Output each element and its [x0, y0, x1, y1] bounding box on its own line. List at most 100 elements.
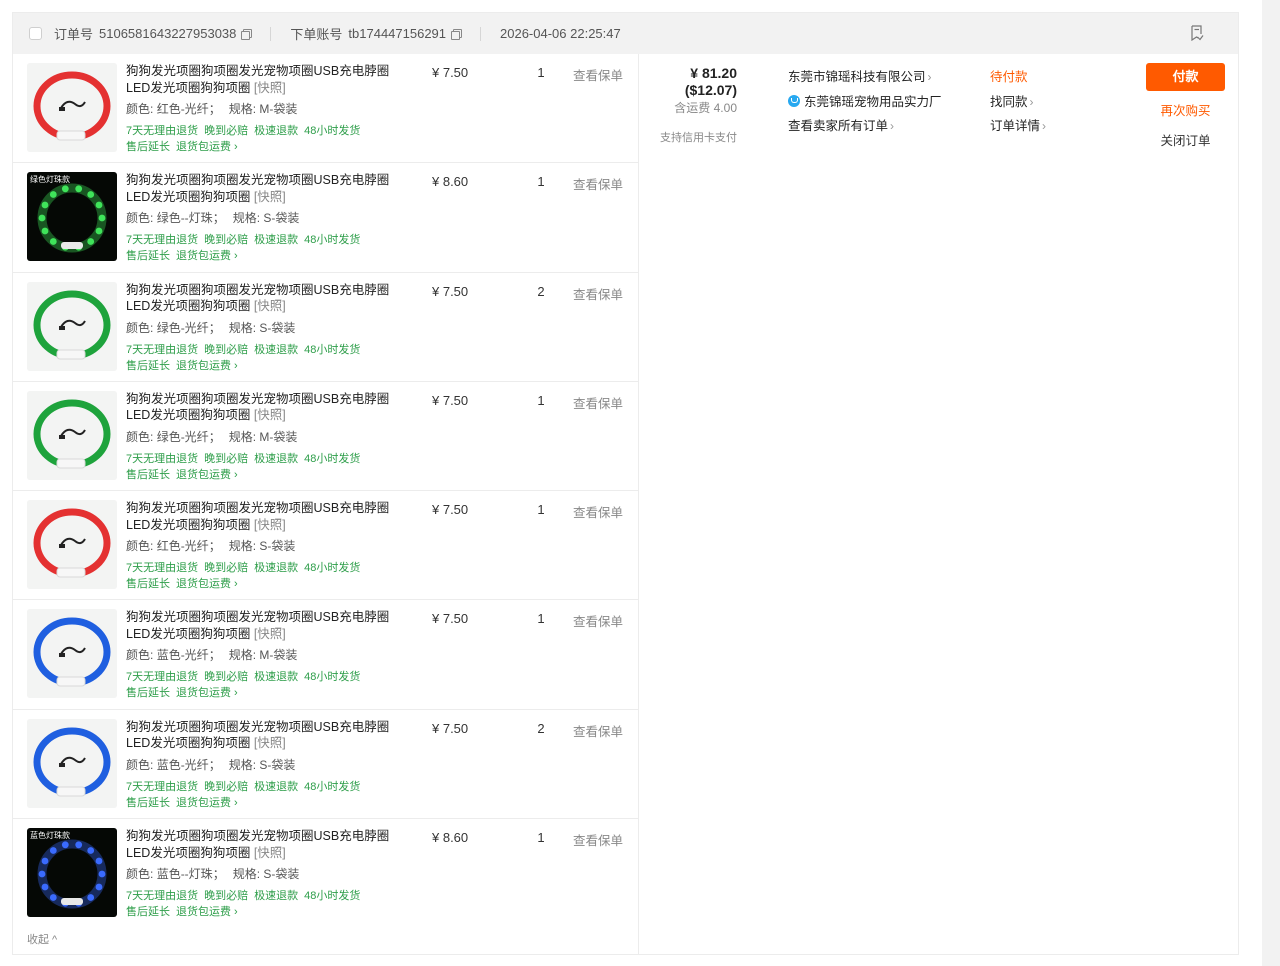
service-tag[interactable]: 退货包运费 › — [176, 578, 238, 590]
order-item-row: 狗狗发光项圈狗项圈发光宠物项圈USB充电脖圈LED发光项圈狗狗项圈 [快照] 颜… — [13, 600, 638, 710]
order-item-row: 蓝色灯珠款 狗狗发光项圈狗项圈发光宠物项圈USB充电脖圈LED发光项圈狗狗项圈 … — [13, 819, 638, 928]
view-warranty-link[interactable]: 查看保单 — [573, 830, 623, 849]
view-warranty-link[interactable]: 查看保单 — [573, 721, 623, 740]
view-warranty-link[interactable]: 查看保单 — [573, 502, 623, 521]
service-tag[interactable]: 退货包运费 › — [176, 141, 238, 153]
service-tag[interactable]: 售后延长 — [126, 141, 170, 153]
divider — [270, 26, 272, 41]
service-tag[interactable]: 售后延长 — [126, 250, 170, 262]
snapshot-link[interactable]: [快照] — [254, 81, 286, 95]
product-title-link[interactable]: 狗狗发光项圈狗项圈发光宠物项圈USB充电脖圈LED发光项圈狗狗项圈 [快照] — [126, 282, 396, 315]
view-warranty-link[interactable]: 查看保单 — [573, 284, 623, 303]
product-title-link[interactable]: 狗狗发光项圈狗项圈发光宠物项圈USB充电脖圈LED发光项圈狗狗项圈 [快照] — [126, 609, 396, 642]
product-thumbnail[interactable] — [27, 281, 117, 371]
service-tag[interactable]: 退货包运费 › — [176, 250, 238, 262]
product-title-link[interactable]: 狗狗发光项圈狗项圈发光宠物项圈USB充电脖圈LED发光项圈狗狗项圈 [快照] — [126, 63, 396, 96]
snapshot-link[interactable]: [快照] — [254, 846, 286, 860]
product-title-link[interactable]: 狗狗发光项圈狗项圈发光宠物项圈USB充电脖圈LED发光项圈狗狗项圈 [快照] — [126, 500, 396, 533]
snapshot-link[interactable]: [快照] — [254, 627, 286, 641]
service-tag: 极速退款 — [254, 125, 299, 137]
rebuy-link[interactable]: 再次购买 — [1146, 100, 1225, 119]
quantity: 1 — [537, 174, 545, 190]
view-warranty-link[interactable]: 查看保单 — [573, 393, 623, 412]
seller-company-link[interactable]: 东莞市锦瑶科技有限公司 › — [788, 65, 942, 90]
status-pending: 待付款 — [990, 70, 1028, 84]
unit-price: ¥ 7.50 — [432, 502, 469, 518]
product-thumbnail[interactable] — [27, 609, 117, 699]
order-item-row: 狗狗发光项圈狗项圈发光宠物项圈USB充电脖圈LED发光项圈狗狗项圈 [快照] 颜… — [13, 710, 638, 820]
product-thumbnail[interactable] — [27, 718, 117, 808]
service-tag[interactable]: 退货包运费 › — [176, 797, 238, 809]
service-tag[interactable]: 售后延长 — [126, 360, 170, 372]
snapshot-link[interactable]: [快照] — [254, 408, 286, 422]
product-title-link[interactable]: 狗狗发光项圈狗项圈发光宠物项圈USB充电脖圈LED发光项圈狗狗项圈 [快照] — [126, 828, 396, 861]
divider — [638, 54, 639, 955]
product-title-link[interactable]: 狗狗发光项圈狗项圈发光宠物项圈USB充电脖圈LED发光项圈狗狗项圈 [快照] — [126, 391, 396, 424]
scrollbar-track[interactable] — [1262, 0, 1280, 966]
product-title-link[interactable]: 狗狗发光项圈狗项圈发光宠物项圈USB充电脖圈LED发光项圈狗狗项圈 [快照] — [126, 719, 396, 752]
bookmark-note-icon[interactable] — [1190, 25, 1204, 41]
view-warranty-link[interactable]: 查看保单 — [573, 611, 623, 630]
service-tag: 晚到必赔 — [204, 343, 249, 356]
order-details-link[interactable]: 订单详情 › — [990, 114, 1046, 139]
close-order-link[interactable]: 关闭订单 — [1146, 130, 1225, 149]
service-tag: 7天无理由退货 — [126, 780, 199, 793]
service-tag[interactable]: 售后延长 — [126, 469, 170, 481]
order-item-row: 狗狗发光项圈狗项圈发光宠物项圈USB充电脖圈LED发光项圈狗狗项圈 [快照] 颜… — [13, 54, 638, 164]
copy-icon[interactable] — [241, 28, 253, 40]
service-tags: 7天无理由退货 晚到必赔 极速退款 48小时发货 售后延长 退货包运费 › — [126, 888, 366, 920]
order-number-value: 5106581643227953038 — [99, 26, 237, 41]
service-tag: 晚到必赔 — [204, 780, 249, 793]
view-warranty-link[interactable]: 查看保单 — [573, 174, 623, 193]
service-tag: 极速退款 — [254, 343, 299, 356]
service-tag: 7天无理由退货 — [126, 890, 199, 903]
service-tag[interactable]: 售后延长 — [126, 578, 170, 590]
snapshot-link[interactable]: [快照] — [254, 190, 286, 204]
copy-icon[interactable] — [451, 28, 463, 40]
product-title-link[interactable]: 狗狗发光项圈狗项圈发光宠物项圈USB充电脖圈LED发光项圈狗狗项圈 [快照] — [126, 172, 396, 205]
service-tag: 晚到必赔 — [204, 234, 249, 247]
product-spec: 颜色: 绿色--灯珠； 规格: S-袋装 — [126, 211, 300, 226]
service-tag: 极速退款 — [254, 452, 299, 465]
service-tag[interactable]: 售后延长 — [126, 687, 170, 699]
snapshot-link[interactable]: [快照] — [254, 299, 286, 313]
product-spec: 颜色: 绿色-光纤； 规格: S-袋装 — [126, 320, 296, 335]
service-tag[interactable]: 退货包运费 › — [176, 360, 238, 372]
snapshot-link[interactable]: [快照] — [254, 736, 286, 750]
seller-all-orders-link[interactable]: 查看卖家所有订单 › — [788, 114, 942, 139]
select-order-checkbox[interactable] — [29, 27, 42, 40]
collapse-link[interactable]: 收起 ^ — [27, 931, 57, 947]
product-thumbnail[interactable] — [27, 390, 117, 480]
product-thumbnail[interactable]: 蓝色灯珠款 — [27, 828, 117, 918]
service-tag[interactable]: 售后延长 — [126, 906, 170, 918]
product-thumbnail[interactable] — [27, 63, 117, 152]
service-tag[interactable]: 退货包运费 › — [176, 469, 238, 481]
find-similar-link[interactable]: 找同款 › — [990, 90, 1046, 115]
service-tag[interactable]: 退货包运费 › — [176, 906, 238, 918]
seller-shop-link[interactable]: 东莞锦瑶宠物用品实力厂 — [788, 90, 942, 115]
snapshot-link[interactable]: [快照] — [254, 518, 286, 532]
total-cny: ¥ 81.20 — [690, 65, 737, 81]
order-number: 订单号 5106581643227953038 — [54, 24, 253, 43]
service-tag[interactable]: 退货包运费 › — [176, 687, 238, 699]
service-tag: 7天无理由退货 — [126, 562, 199, 575]
product-thumbnail[interactable] — [27, 500, 117, 590]
service-tag: 48小时发货 — [304, 890, 361, 903]
service-tag: 晚到必赔 — [204, 125, 249, 137]
product-thumbnail[interactable]: 绿色灯珠款 — [27, 172, 117, 262]
thumbnail-caption: 绿色灯珠款 — [30, 175, 70, 185]
view-warranty-link[interactable]: 查看保单 — [573, 65, 623, 84]
service-tags: 7天无理由退货 晚到必赔 极速退款 48小时发货 售后延长 退货包运费 › — [126, 560, 366, 592]
service-tag[interactable]: 售后延长 — [126, 797, 170, 809]
order-number-label: 订单号 — [54, 27, 94, 42]
quantity: 1 — [537, 65, 545, 80]
order-item-row: 狗狗发光项圈狗项圈发光宠物项圈USB充电脖圈LED发光项圈狗狗项圈 [快照] 颜… — [13, 491, 638, 601]
item-list: 狗狗发光项圈狗项圈发光宠物项圈USB充电脖圈LED发光项圈狗狗项圈 [快照] 颜… — [13, 54, 638, 928]
pay-button[interactable]: 付款 — [1146, 63, 1225, 91]
service-tag: 48小时发货 — [304, 671, 361, 684]
order-item-row: 绿色灯珠款 狗狗发光项圈狗项圈发光宠物项圈USB充电脖圈LED发光项圈狗狗项圈 … — [13, 163, 638, 273]
seller-info: 东莞市锦瑶科技有限公司 › 东莞锦瑶宠物用品实力厂 查看卖家所有订单 › — [788, 65, 942, 139]
service-tag: 48小时发货 — [304, 343, 361, 356]
order-item-row: 狗狗发光项圈狗项圈发光宠物项圈USB充电脖圈LED发光项圈狗狗项圈 [快照] 颜… — [13, 382, 638, 492]
product-spec: 颜色: 红色-光纤； 规格: M-袋装 — [126, 102, 298, 116]
